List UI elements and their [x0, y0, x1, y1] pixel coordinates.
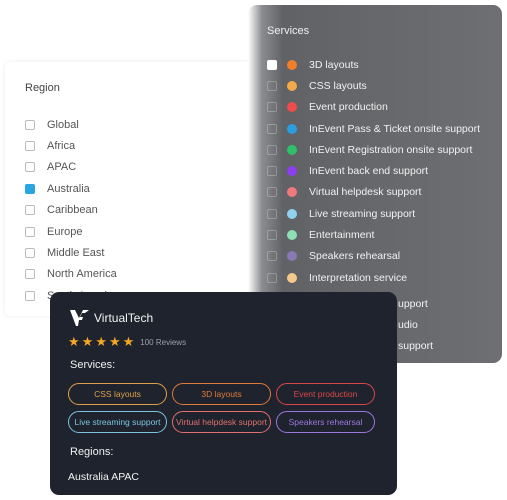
checkbox[interactable] — [267, 251, 277, 262]
checkbox[interactable] — [25, 183, 35, 194]
checkbox[interactable] — [267, 102, 277, 113]
checkbox[interactable] — [267, 166, 277, 177]
service-item-partial[interactable]: upport — [398, 298, 428, 310]
color-dot-icon — [287, 230, 297, 241]
color-dot-icon — [287, 272, 297, 283]
star-icon: ★ — [95, 334, 107, 349]
color-dot-icon — [287, 166, 297, 177]
service-tag: CSS layouts — [68, 383, 167, 405]
service-item-partial[interactable]: support — [398, 340, 433, 352]
service-label: CSS layouts — [309, 79, 367, 92]
services-title: Services — [267, 25, 310, 37]
region-option[interactable]: North America — [25, 264, 119, 285]
checkbox[interactable] — [25, 226, 35, 237]
vendor-card[interactable]: VirtualTech ★ ★ ★ ★ ★ 100 Reviews Servic… — [50, 292, 397, 495]
rating: ★ ★ ★ ★ ★ 100 Reviews — [68, 334, 186, 350]
service-label: 3D layouts — [309, 58, 359, 71]
checkbox[interactable] — [25, 248, 35, 259]
regions-heading: Regions: — [70, 446, 114, 458]
checkbox[interactable] — [267, 230, 277, 241]
star-icon: ★ — [68, 334, 80, 349]
checkbox[interactable] — [267, 144, 277, 155]
color-dot-icon — [287, 102, 297, 113]
service-label: Entertainment — [309, 229, 375, 242]
region-label: Africa — [47, 140, 76, 153]
service-tag: Event production — [276, 383, 375, 405]
region-label: APAC — [47, 161, 77, 174]
region-option[interactable]: Europe — [25, 221, 119, 242]
reviews-count: 100 Reviews — [140, 337, 187, 347]
region-option[interactable]: APAC — [25, 157, 119, 178]
checkbox[interactable] — [25, 269, 35, 280]
service-option[interactable]: CSS layouts — [267, 75, 480, 96]
service-tag: Speakers rehearsal — [276, 411, 375, 433]
star-icon: ★ — [108, 334, 121, 349]
service-option[interactable]: InEvent Pass & Ticket onsite support — [267, 118, 480, 139]
checkbox[interactable] — [267, 208, 277, 219]
service-tag: Live streaming support — [68, 411, 167, 433]
checkbox[interactable] — [25, 141, 35, 152]
vendor-name: VirtualTech — [94, 311, 154, 325]
service-tag: 3D layouts — [172, 383, 271, 405]
service-option[interactable]: Interpretation service — [267, 267, 480, 288]
checkbox[interactable] — [25, 290, 35, 301]
region-label: Caribbean — [47, 204, 98, 217]
regions-value: Australia APAC — [68, 471, 140, 483]
service-label: Live streaming support — [309, 207, 416, 220]
service-option[interactable]: Event production — [267, 97, 480, 118]
service-option[interactable]: 3D layouts — [267, 54, 480, 75]
star-icon: ★ — [122, 334, 135, 349]
checkbox[interactable] — [267, 123, 277, 134]
service-label: InEvent Registration onsite support — [309, 143, 473, 156]
service-label: Event production — [309, 101, 388, 114]
region-label: Europe — [47, 225, 83, 238]
region-option[interactable]: Caribbean — [25, 200, 119, 221]
checkbox[interactable] — [267, 272, 277, 283]
service-label: Speakers rehearsal — [309, 250, 401, 263]
checkbox[interactable] — [25, 119, 35, 130]
service-option[interactable]: InEvent Registration onsite support — [267, 139, 480, 160]
checkbox[interactable] — [267, 187, 277, 198]
color-dot-icon — [287, 187, 297, 198]
color-dot-icon — [287, 123, 297, 134]
region-label: North America — [47, 268, 117, 281]
region-label: Middle East — [47, 247, 105, 260]
service-option[interactable]: Live streaming support — [267, 203, 480, 224]
region-option[interactable]: Africa — [25, 135, 119, 156]
checkbox[interactable] — [25, 205, 35, 216]
checkbox[interactable] — [267, 59, 277, 70]
region-label: Global — [47, 118, 79, 131]
service-label: Interpretation service — [309, 271, 408, 284]
region-option[interactable]: Australia — [25, 178, 119, 199]
service-option[interactable]: Entertainment — [267, 224, 480, 245]
service-label: InEvent Pass & Ticket onsite support — [309, 122, 481, 135]
color-dot-icon — [287, 80, 297, 91]
checkbox[interactable] — [267, 80, 277, 91]
checkbox[interactable] — [25, 162, 35, 173]
region-option[interactable]: Middle East — [25, 242, 119, 263]
services-list: 3D layouts CSS layouts Event production InE… — [267, 54, 480, 288]
color-dot-icon — [287, 59, 297, 70]
region-list: Global Africa APAC Australia Caribbean Europe… — [25, 114, 119, 307]
service-tags: CSS layouts 3D layouts Event production Liv… — [68, 383, 375, 433]
service-label: Virtual helpdesk support — [309, 186, 422, 199]
service-item-partial[interactable]: udio — [398, 319, 418, 331]
star-icon: ★ — [81, 334, 94, 349]
virtualtech-logo-icon — [70, 310, 89, 326]
service-option[interactable]: InEvent back end support — [267, 160, 480, 181]
region-option[interactable]: Global — [25, 114, 119, 135]
service-option[interactable]: Speakers rehearsal — [267, 246, 480, 267]
region-filter-panel: Region Global Africa APAC Australia Caribbea… — [5, 62, 255, 316]
service-option[interactable]: Virtual helpdesk support — [267, 182, 480, 203]
service-tag: Virtual helpdesk support — [172, 411, 271, 433]
service-label: InEvent back end support — [309, 165, 429, 178]
color-dot-icon — [287, 208, 297, 219]
region-title: Region — [25, 82, 60, 94]
services-heading: Services: — [70, 359, 116, 371]
color-dot-icon — [287, 144, 297, 155]
color-dot-icon — [287, 251, 297, 262]
region-label: Australia — [47, 182, 90, 195]
